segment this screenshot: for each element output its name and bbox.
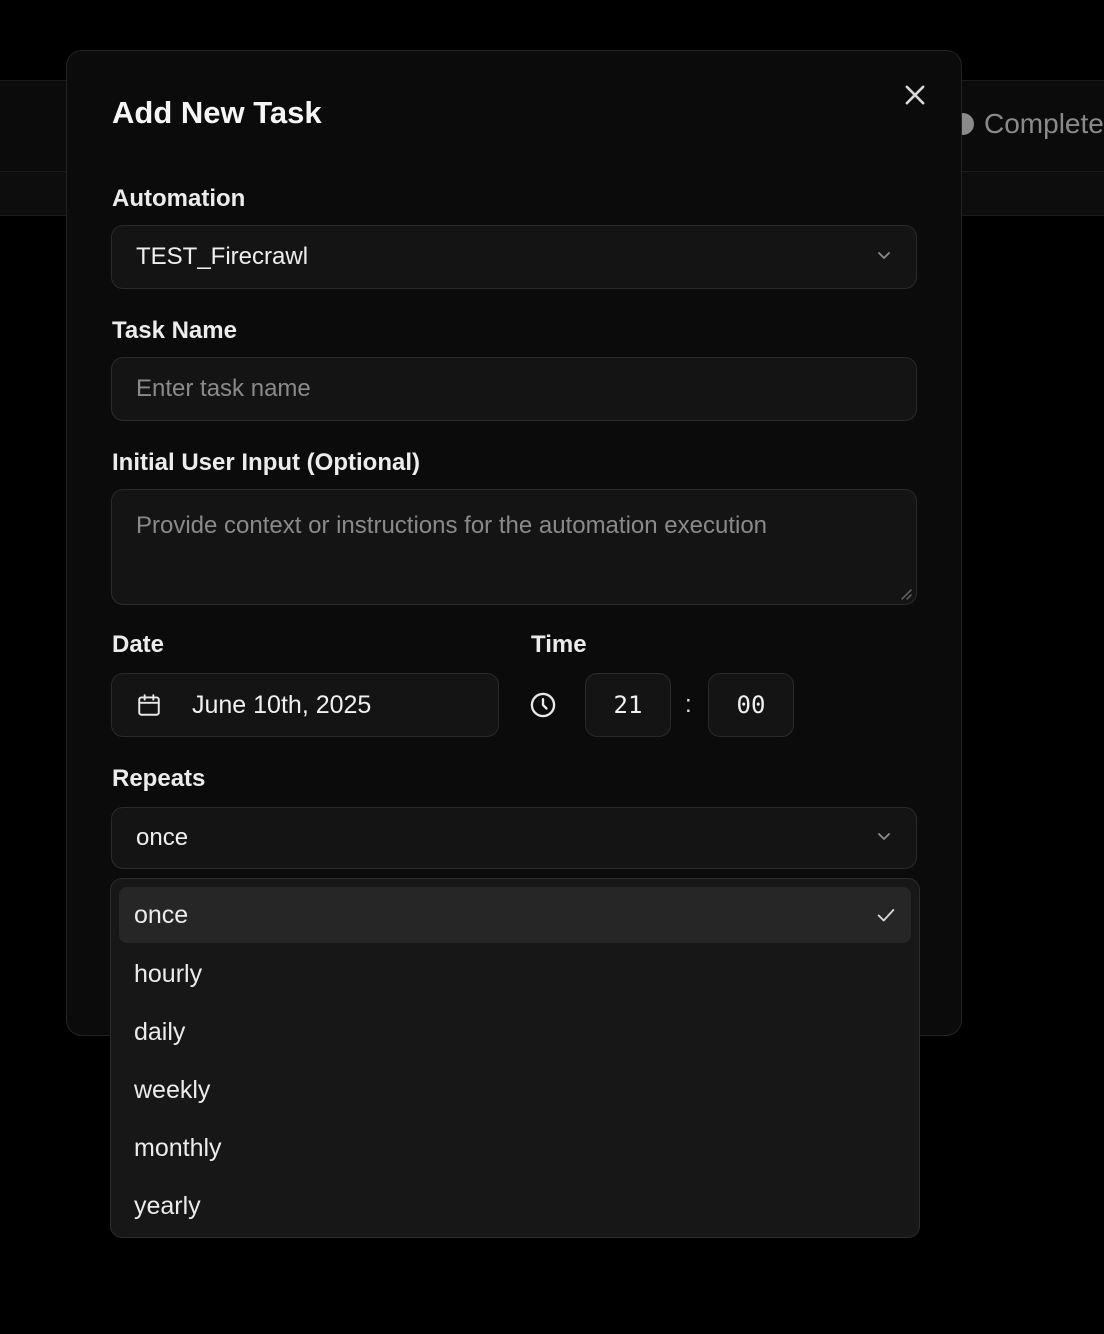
date-value: June 10th, 2025 xyxy=(192,690,372,719)
time-label: Time xyxy=(531,631,587,658)
repeats-label: Repeats xyxy=(112,765,206,792)
chevron-down-icon xyxy=(878,833,890,840)
background-status-label: Complete xyxy=(984,108,1104,139)
modal-title: Add New Task xyxy=(112,95,322,130)
time-separator: : xyxy=(685,691,692,718)
option-label: weekly xyxy=(134,1075,211,1104)
minute-input[interactable]: 00 xyxy=(708,673,794,737)
resize-handle-icon[interactable] xyxy=(898,586,912,600)
task-name-placeholder: Enter task name xyxy=(136,375,311,402)
automation-label: Automation xyxy=(112,185,246,212)
option-label: monthly xyxy=(134,1133,222,1162)
repeats-option-yearly[interactable]: yearly xyxy=(119,1177,911,1235)
date-picker-button[interactable]: June 10th, 2025 xyxy=(111,673,499,737)
clock-icon xyxy=(530,692,556,718)
hour-input[interactable]: 21 xyxy=(585,673,671,737)
repeats-value: once xyxy=(136,824,189,851)
initial-input-label: Initial User Input (Optional) xyxy=(112,449,420,476)
repeats-option-monthly[interactable]: monthly xyxy=(119,1119,911,1177)
repeats-select[interactable]: once xyxy=(111,807,917,869)
initial-input-textarea[interactable]: Provide context or instructions for the … xyxy=(111,489,917,605)
repeats-option-weekly[interactable]: weekly xyxy=(119,1061,911,1119)
automation-select[interactable]: TEST_Firecrawl xyxy=(111,225,917,289)
repeats-option-hourly[interactable]: hourly xyxy=(119,945,911,1003)
chevron-down-icon xyxy=(878,252,890,259)
task-name-input[interactable]: Enter task name xyxy=(111,357,917,421)
background-status: Complete xyxy=(952,108,1104,140)
initial-input-placeholder: Provide context or instructions for the … xyxy=(136,512,768,539)
task-name-label: Task Name xyxy=(112,317,237,344)
repeats-option-once[interactable]: once xyxy=(119,887,911,943)
checkmark-icon xyxy=(877,909,895,922)
option-label: daily xyxy=(134,1017,186,1046)
close-icon[interactable] xyxy=(901,81,929,109)
option-label: hourly xyxy=(134,959,203,988)
automation-value: TEST_Firecrawl xyxy=(136,243,309,270)
page: Complete Add New Task Automation TEST_Fi… xyxy=(0,0,1104,1334)
option-label: yearly xyxy=(134,1191,201,1220)
repeats-option-daily[interactable]: daily xyxy=(119,1003,911,1061)
calendar-icon xyxy=(138,694,160,716)
repeats-dropdown-menu: once hourly daily weekly monthly yearly xyxy=(110,878,920,1238)
option-label: once xyxy=(134,900,189,929)
date-label: Date xyxy=(112,631,165,658)
